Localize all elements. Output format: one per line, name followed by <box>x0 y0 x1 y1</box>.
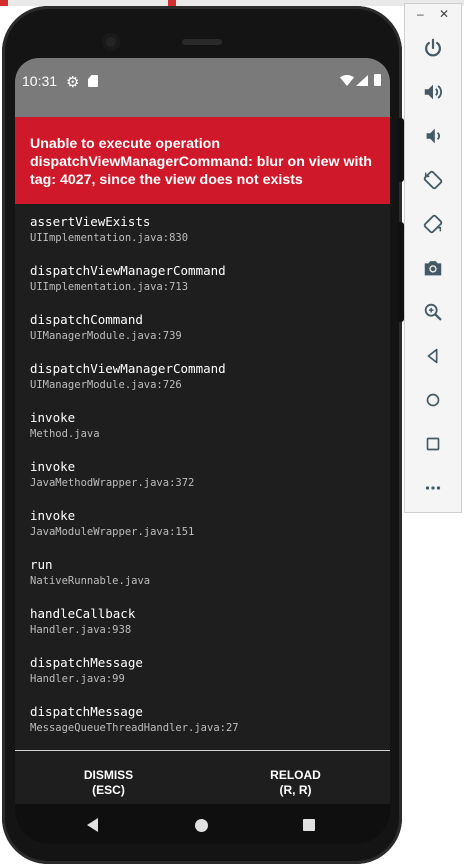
sd-card-icon <box>88 75 98 87</box>
back-icon[interactable] <box>418 341 448 371</box>
volume-up-icon[interactable] <box>418 77 448 107</box>
error-message: Unable to execute operation dispatchView… <box>30 136 372 188</box>
nav-back-icon[interactable] <box>87 818 98 832</box>
frame-method: dispatchViewManagerCommand <box>30 263 226 278</box>
earpiece-speaker <box>182 39 222 45</box>
zoom-icon[interactable] <box>418 297 448 327</box>
rotate-left-icon[interactable] <box>418 165 448 195</box>
stack-frame[interactable]: dispatchViewManagerCommand UIImplementat… <box>30 263 380 293</box>
frame-file: JavaMethodWrapper.java:372 <box>30 477 195 489</box>
wifi-icon <box>340 75 354 86</box>
stack-frame[interactable]: dispatchMessage Handler.java:99 <box>30 655 380 685</box>
stack-frame[interactable]: assertViewExists UIImplementation.java:8… <box>30 214 380 244</box>
status-bar: 10:31 ⚙ <box>15 58 390 117</box>
frame-method: invoke <box>30 459 76 474</box>
reload-button[interactable]: RELOAD (R, R) <box>202 751 389 805</box>
emulator-toolbar: – ✕ <box>404 3 462 513</box>
frame-method: assertViewExists <box>30 214 151 229</box>
reload-label: RELOAD <box>270 767 321 782</box>
home-icon[interactable] <box>418 385 448 415</box>
nav-recents-icon[interactable] <box>303 819 315 831</box>
settings-gear-icon: ⚙ <box>66 74 80 91</box>
frame-file: UIManagerModule.java:726 <box>30 379 182 391</box>
phone-volume-keys <box>397 222 404 322</box>
stack-frame[interactable]: handleCallback Handler.java:938 <box>30 606 380 636</box>
stack-frame[interactable]: invoke JavaMethodWrapper.java:372 <box>30 459 380 489</box>
android-nav-bar <box>15 804 390 844</box>
frame-file: Handler.java:99 <box>30 673 125 685</box>
dismiss-label: DISMISS <box>83 767 134 782</box>
volume-down-icon[interactable] <box>418 121 448 151</box>
phone-power-key <box>397 118 404 182</box>
emulator-toolbar-header: – ✕ <box>405 4 461 30</box>
dismiss-button[interactable]: DISMISS (ESC) <box>15 751 202 805</box>
error-header: Unable to execute operation dispatchView… <box>15 117 390 204</box>
battery-icon <box>374 74 381 86</box>
frame-file: Method.java <box>30 428 100 440</box>
frame-method: dispatchViewManagerCommand <box>30 361 226 376</box>
frame-method: dispatchMessage <box>30 704 143 719</box>
more-icon[interactable] <box>418 473 448 503</box>
overview-icon[interactable] <box>418 429 448 459</box>
status-time: 10:31 <box>22 73 58 89</box>
frame-file: UIManagerModule.java:739 <box>30 330 182 342</box>
minimize-button[interactable]: – <box>417 7 424 21</box>
close-button[interactable]: ✕ <box>439 7 449 21</box>
redbox-actions: DISMISS (ESC) RELOAD (R, R) <box>15 750 390 805</box>
rotate-right-icon[interactable] <box>418 209 448 239</box>
stack-frame[interactable]: dispatchViewManagerCommand UIManagerModu… <box>30 361 380 391</box>
frame-method: run <box>30 557 53 572</box>
reload-shortcut: (R, R) <box>279 782 312 797</box>
frame-method: dispatchCommand <box>30 312 143 327</box>
camera-icon[interactable] <box>418 253 448 283</box>
frame-method: dispatchMessage <box>30 655 143 670</box>
stack-frame[interactable]: run NativeRunnable.java <box>30 557 380 587</box>
frame-method: handleCallback <box>30 606 136 621</box>
stack-frame[interactable]: invoke Method.java <box>30 410 380 440</box>
phone-screen: 10:31 ⚙ Unable to execute operation disp… <box>15 58 390 844</box>
frame-file: UIImplementation.java:713 <box>30 281 189 293</box>
frame-file: Handler.java:938 <box>30 624 132 636</box>
front-camera <box>102 33 120 51</box>
stack-frame[interactable]: dispatchMessage MessageQueueThreadHandle… <box>30 704 380 734</box>
phone-frame: 10:31 ⚙ Unable to execute operation disp… <box>2 6 402 864</box>
cell-signal-icon <box>356 75 368 86</box>
frame-file: MessageQueueThreadHandler.java:27 <box>30 722 239 734</box>
frame-method: invoke <box>30 410 76 425</box>
dismiss-shortcut: (ESC) <box>92 782 125 797</box>
stack-frame[interactable]: invoke JavaModuleWrapper.java:151 <box>30 508 380 538</box>
frame-method: invoke <box>30 508 76 523</box>
frame-file: UIImplementation.java:830 <box>30 232 189 244</box>
host-app-icon <box>0 0 8 6</box>
frame-file: JavaModuleWrapper.java:151 <box>30 526 195 538</box>
frame-file: NativeRunnable.java <box>30 575 151 587</box>
power-icon[interactable] <box>418 33 448 63</box>
nav-home-icon[interactable] <box>195 819 208 832</box>
stack-frame[interactable]: dispatchCommand UIManagerModule.java:739 <box>30 312 380 342</box>
stack-trace-list[interactable]: assertViewExists UIImplementation.java:8… <box>15 204 390 749</box>
